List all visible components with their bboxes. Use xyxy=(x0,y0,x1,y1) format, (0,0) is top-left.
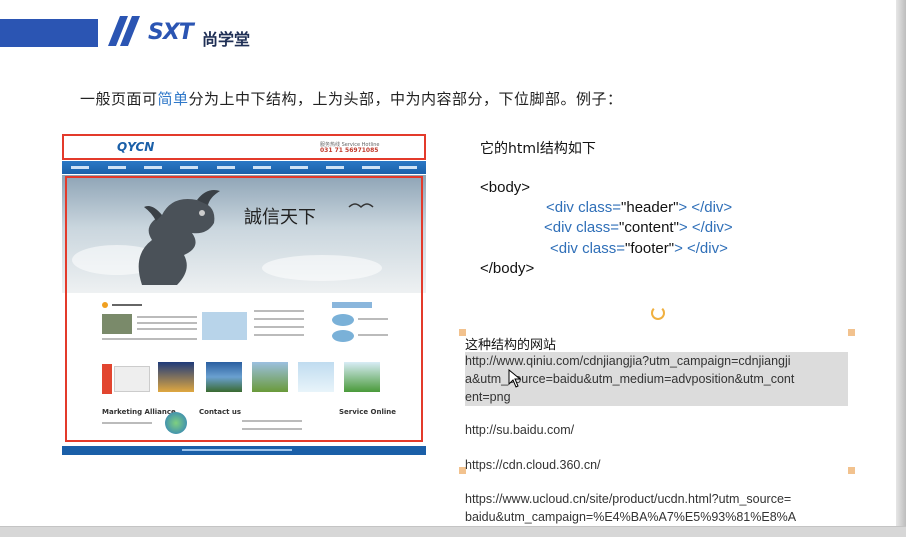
code-footer-value: "footer" xyxy=(625,240,675,257)
url-ucloud-line-1: https://www.ucloud.cn/site/product/ucdn.… xyxy=(465,492,792,506)
url-qiniu-line-1: http://www.qiniu.com/cdnjiangjia?utm_cam… xyxy=(465,354,791,368)
example-footer xyxy=(62,446,426,455)
url-360-cdn[interactable]: https://cdn.cloud.360.cn/ xyxy=(465,456,601,474)
code-header-value: "header" xyxy=(621,199,679,216)
resize-handle[interactable] xyxy=(848,329,855,336)
window-bottom-edge xyxy=(0,526,906,537)
code-content-value: "content" xyxy=(619,219,679,236)
intro-text: 一般页面可简单分为上中下结构，上为头部，中为内容部分，下位脚部。例子： xyxy=(80,88,623,109)
url-qiniu[interactable]: http://www.qiniu.com/cdnjiangjia?utm_cam… xyxy=(465,352,848,406)
code-content-open: <div class= xyxy=(544,219,620,236)
logo-slash-icon xyxy=(108,16,140,46)
code-body-open: <body> xyxy=(480,179,531,196)
resize-handle[interactable] xyxy=(848,467,855,474)
code-content-line: <div class="content"> </div> xyxy=(544,219,733,236)
code-header-line: <div class="header"> </div> xyxy=(546,199,732,216)
code-content-close: > </div> xyxy=(678,219,733,236)
code-body-close: </body> xyxy=(480,260,535,277)
code-footer-close: > </div> xyxy=(674,240,728,257)
code-footer-open: <div class= xyxy=(550,240,626,257)
sites-title: 这种结构的网站 xyxy=(465,338,557,353)
url-qiniu-line-3: ent=png xyxy=(465,390,511,404)
code-header-open: <div class= xyxy=(546,199,622,216)
intro-highlight: 简单 xyxy=(157,90,189,108)
url-baidu-su[interactable]: http://su.baidu.com/ xyxy=(465,421,574,439)
url-ucloud[interactable]: https://www.ucloud.cn/site/product/ucdn.… xyxy=(465,490,796,526)
window-right-edge xyxy=(896,0,906,537)
code-header-close: > </div> xyxy=(678,199,733,216)
title-accent-bar xyxy=(0,19,98,47)
example-website-image: QYCN 服务热线 Service Hotline 031 71 5697108… xyxy=(60,132,428,457)
url-ucloud-line-2: baidu&utm_campaign=%E4%BA%A7%E5%93%81%E8… xyxy=(465,510,797,524)
content-highlight-box xyxy=(65,176,423,442)
structure-title: 它的html结构如下 xyxy=(480,141,596,157)
url-qiniu-line-2: a&utm_source=baidu&utm_medium=advpositio… xyxy=(465,372,795,386)
code-footer-line: <div class="footer"> </div> xyxy=(550,240,728,257)
rotate-handle-icon[interactable] xyxy=(651,306,665,320)
example-nav-bar xyxy=(62,161,426,174)
intro-part-1: 一般页面可 xyxy=(80,90,158,108)
logo-chinese-name: 尚学堂 xyxy=(202,30,251,49)
mouse-cursor-icon xyxy=(508,369,522,388)
sxt-logo: SXT 尚学堂 xyxy=(98,12,268,52)
header-highlight-box xyxy=(62,134,426,160)
logo-text: SXT xyxy=(148,20,194,45)
intro-part-2: 分为上中下结构，上为头部，中为内容部分，下位脚部。例子： xyxy=(188,90,623,108)
